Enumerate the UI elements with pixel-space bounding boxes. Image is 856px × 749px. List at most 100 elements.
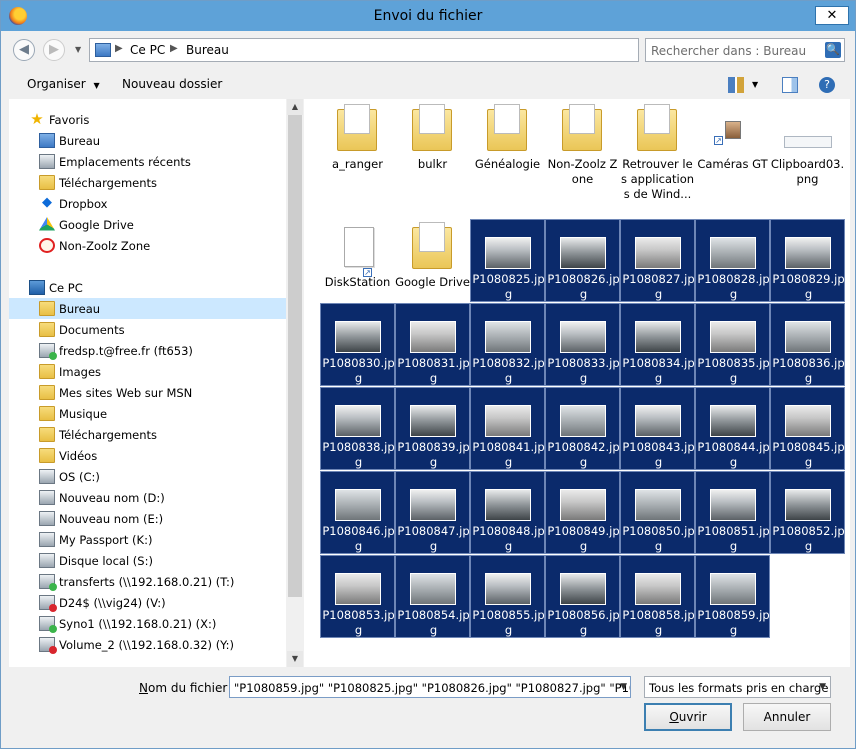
photo-file-item[interactable]: P1080828.jpg xyxy=(695,219,770,302)
sidebar-item[interactable]: Mes sites Web sur MSN xyxy=(9,382,286,403)
sidebar-item[interactable]: Syno1 (\\192.168.0.21) (X:) xyxy=(9,613,286,634)
photo-file-item[interactable]: P1080851.jpg xyxy=(695,471,770,554)
sidebar-item[interactable]: Téléchargements xyxy=(9,424,286,445)
sidebar-item[interactable]: Musique xyxy=(9,403,286,424)
breadcrumb-bureau[interactable]: Bureau xyxy=(186,43,229,57)
photo-file-item[interactable]: P1080838.jpg xyxy=(320,387,395,470)
photo-file-item[interactable]: P1080852.jpg xyxy=(770,471,845,554)
network-drive-icon xyxy=(39,616,57,633)
sidebar-item[interactable]: Bureau xyxy=(9,298,286,319)
folder-item[interactable]: bulkr xyxy=(395,101,470,217)
sidebar-item[interactable]: ★ Favoris xyxy=(9,109,286,130)
folder-item[interactable]: Non-Zoolz Zone xyxy=(545,101,620,217)
photo-file-item[interactable]: P1080855.jpg xyxy=(470,555,545,638)
scroll-down-icon[interactable]: ▼ xyxy=(287,651,303,667)
photo-file-item[interactable]: P1080827.jpg xyxy=(620,219,695,302)
sidebar-item[interactable]: transferts (\\192.168.0.21) (T:) xyxy=(9,571,286,592)
filename-input[interactable]: "P1080859.jpg" "P1080825.jpg" "P1080826.… xyxy=(229,676,631,698)
sidebar-item[interactable]: Ce PC xyxy=(9,277,286,298)
folder-item[interactable]: a_ranger xyxy=(320,101,395,217)
photo-file-item[interactable]: P1080848.jpg xyxy=(470,471,545,554)
filename-dropdown-icon[interactable]: ▼ xyxy=(620,682,627,692)
recent-locations-dropdown[interactable]: ▼ xyxy=(75,45,81,54)
photo-file-item[interactable]: P1080846.jpg xyxy=(320,471,395,554)
close-button[interactable]: ✕ xyxy=(815,6,849,25)
photo-file-item[interactable]: P1080858.jpg xyxy=(620,555,695,638)
title-bar[interactable]: Envoi du fichier ✕ xyxy=(1,1,855,31)
photo-file-item[interactable]: P1080834.jpg xyxy=(620,303,695,386)
cancel-button[interactable]: Annuler xyxy=(743,703,831,731)
search-input[interactable]: Rechercher dans : Bureau 🔍 xyxy=(645,38,845,62)
sidebar-item[interactable]: Nouveau nom (D:) xyxy=(9,487,286,508)
photo-file-item[interactable]: P1080845.jpg xyxy=(770,387,845,470)
sidebar-item-label: Mes sites Web sur MSN xyxy=(59,386,193,400)
sidebar-item-label: Nouveau nom (D:) xyxy=(59,491,165,505)
photo-file-item[interactable]: P1080826.jpg xyxy=(545,219,620,302)
drive-icon xyxy=(39,490,55,505)
open-button[interactable]: Ouvrir xyxy=(644,703,732,731)
sidebar-item[interactable]: Vidéos xyxy=(9,445,286,466)
photo-file-item[interactable]: P1080841.jpg xyxy=(470,387,545,470)
file-type-select[interactable]: Tous les formats pris en charge ▼ xyxy=(644,676,831,698)
scroll-thumb[interactable] xyxy=(288,115,302,597)
view-dropdown-icon[interactable]: ▼ xyxy=(752,80,758,89)
photo-file-item[interactable]: P1080839.jpg xyxy=(395,387,470,470)
photo-file-item[interactable]: P1080847.jpg xyxy=(395,471,470,554)
photo-file-item[interactable]: P1080825.jpg xyxy=(470,219,545,302)
photo-file-item[interactable]: P1080854.jpg xyxy=(395,555,470,638)
photo-file-item[interactable]: P1080859.jpg xyxy=(695,555,770,638)
scroll-up-icon[interactable]: ▲ xyxy=(287,99,303,115)
sidebar-item[interactable]: Documents xyxy=(9,319,286,340)
photo-file-item[interactable]: P1080856.jpg xyxy=(545,555,620,638)
sidebar-item[interactable]: OS (C:) xyxy=(9,466,286,487)
file-name: Google Drive xyxy=(395,275,470,289)
organise-button[interactable]: Organiser ▼ xyxy=(27,77,100,91)
breadcrumb-separator-icon[interactable]: ▶ xyxy=(115,43,123,54)
sidebar-item[interactable]: D24$ (\\vig24) (V:) xyxy=(9,592,286,613)
file-type-dropdown-icon[interactable]: ▼ xyxy=(819,682,826,692)
view-options-icon[interactable] xyxy=(728,77,744,93)
file-name: P1080848.jpg xyxy=(472,524,545,553)
sidebar-item[interactable]: Nouveau nom (E:) xyxy=(9,508,286,529)
photo-file-item[interactable]: P1080849.jpg xyxy=(545,471,620,554)
sidebar-item[interactable]: Emplacements récents xyxy=(9,151,286,172)
photo-file-item[interactable]: P1080842.jpg xyxy=(545,387,620,470)
breadcrumb-separator-icon[interactable]: ▶ xyxy=(170,43,178,54)
sidebar-item[interactable]: Volume_2 (\\192.168.0.32) (Y:) xyxy=(9,634,286,655)
photo-file-item[interactable]: P1080835.jpg xyxy=(695,303,770,386)
preview-pane-icon[interactable] xyxy=(782,77,798,93)
file-item[interactable]: Clipboard03.png xyxy=(770,101,845,217)
forward-button[interactable]: ▶ xyxy=(43,39,65,61)
folder-item[interactable]: Google Drive xyxy=(395,219,470,302)
breadcrumb-ce-pc[interactable]: Ce PC xyxy=(130,43,165,57)
photo-file-item[interactable]: P1080831.jpg xyxy=(395,303,470,386)
search-icon[interactable]: 🔍 xyxy=(825,42,841,58)
photo-file-item[interactable]: P1080833.jpg xyxy=(545,303,620,386)
photo-file-item[interactable]: P1080830.jpg xyxy=(320,303,395,386)
file-item[interactable]: ↗ DiskStation xyxy=(320,219,395,302)
sidebar-item[interactable]: Téléchargements xyxy=(9,172,286,193)
location-folder-icon xyxy=(95,43,111,57)
sidebar-item[interactable]: Bureau xyxy=(9,130,286,151)
sidebar-item[interactable]: ◆ Dropbox xyxy=(9,193,286,214)
new-folder-button[interactable]: Nouveau dossier xyxy=(122,77,222,91)
folder-item[interactable]: Retrouver les applications de Wind... xyxy=(620,101,695,217)
help-icon[interactable]: ? xyxy=(819,77,835,93)
photo-file-item[interactable]: P1080836.jpg xyxy=(770,303,845,386)
sidebar-item[interactable]: My Passport (K:) xyxy=(9,529,286,550)
sidebar-item[interactable]: Disque local (S:) xyxy=(9,550,286,571)
back-button[interactable]: ◀ xyxy=(13,39,35,61)
address-bar[interactable]: ▶ Ce PC ▶ Bureau ▼ ↻ xyxy=(89,38,716,62)
photo-file-item[interactable]: P1080829.jpg xyxy=(770,219,845,302)
photo-file-item[interactable]: P1080843.jpg xyxy=(620,387,695,470)
sidebar-item[interactable]: Google Drive xyxy=(9,214,286,235)
file-item[interactable]: ↗ Caméras GT xyxy=(695,101,770,217)
photo-file-item[interactable]: P1080853.jpg xyxy=(320,555,395,638)
sidebar-item[interactable]: Non-Zoolz Zone xyxy=(9,235,286,256)
sidebar-item[interactable]: Images xyxy=(9,361,286,382)
photo-file-item[interactable]: P1080832.jpg xyxy=(470,303,545,386)
photo-file-item[interactable]: P1080844.jpg xyxy=(695,387,770,470)
sidebar-item[interactable]: fredsp.t@free.fr (ft653) xyxy=(9,340,286,361)
photo-file-item[interactable]: P1080850.jpg xyxy=(620,471,695,554)
folder-item[interactable]: Généalogie xyxy=(470,101,545,217)
